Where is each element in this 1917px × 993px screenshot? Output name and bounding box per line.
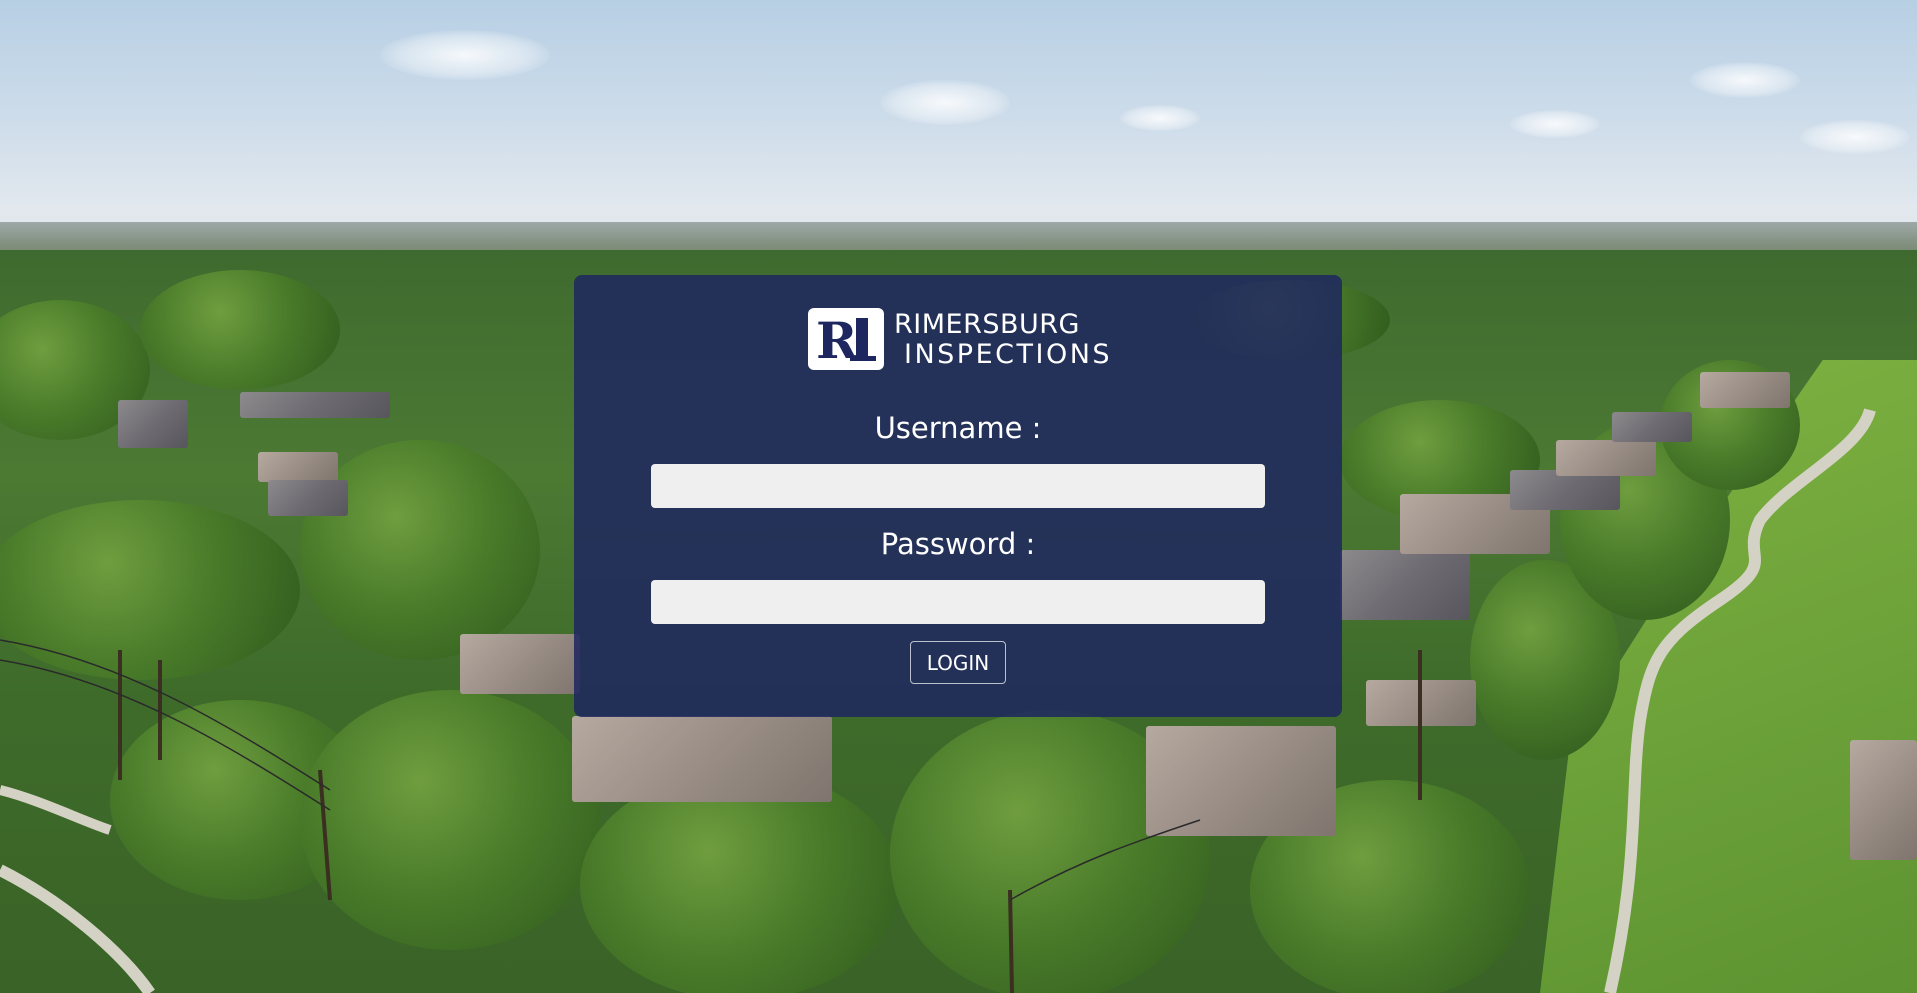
username-label: Username : (874, 411, 1042, 445)
username-input[interactable] (651, 464, 1265, 508)
login-button[interactable]: LOGIN (910, 641, 1006, 684)
company-logo: R RIMERSBURG INSPECTIONS (808, 307, 1110, 371)
password-input[interactable] (651, 580, 1265, 624)
login-panel: R RIMERSBURG INSPECTIONS Username : Pass… (574, 275, 1342, 717)
password-label: Password : (880, 527, 1036, 561)
logo-monogram-icon: R (808, 308, 884, 370)
logo-line-1: RIMERSBURG (894, 308, 1080, 340)
svg-text:R: R (816, 311, 858, 370)
logo-line-2: INSPECTIONS (904, 338, 1113, 370)
logo-wordmark: RIMERSBURG INSPECTIONS (894, 311, 1112, 368)
